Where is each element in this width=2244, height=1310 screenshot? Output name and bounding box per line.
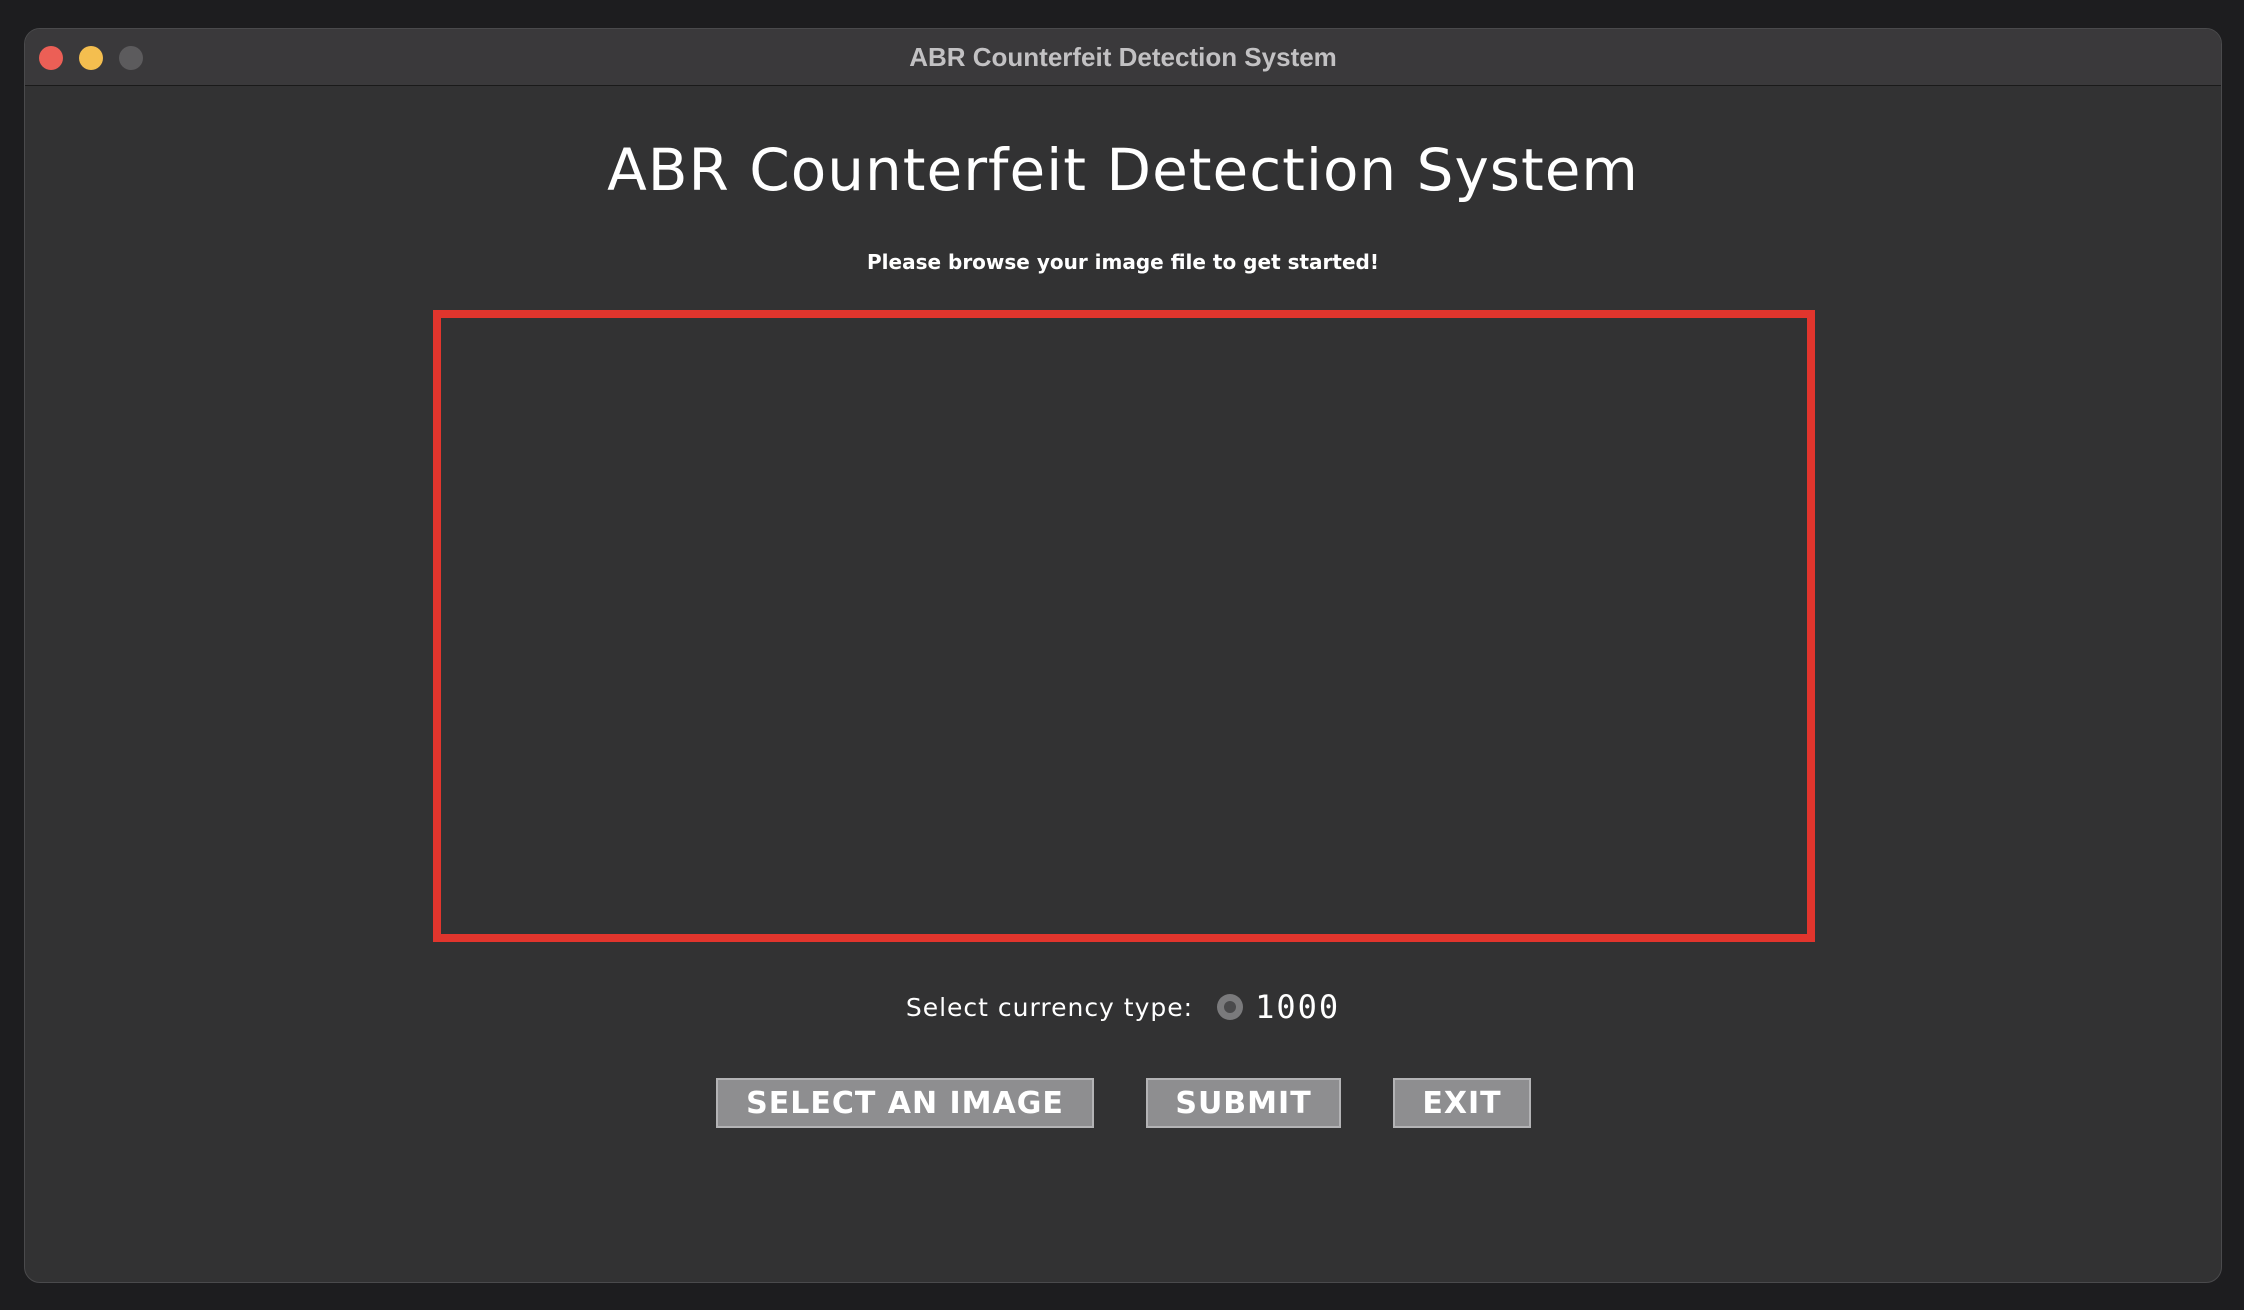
main-content: ABR Counterfeit Detection System Please … <box>25 86 2221 1282</box>
currency-option-1000[interactable]: 1000 <box>1217 988 1340 1026</box>
image-preview-area <box>433 310 1815 942</box>
instruction-text: Please browse your image file to get sta… <box>867 250 1379 274</box>
title-bar[interactable]: ABR Counterfeit Detection System <box>25 29 2221 86</box>
select-image-button[interactable]: SELECT AN IMAGE <box>716 1078 1094 1128</box>
exit-button[interactable]: EXIT <box>1393 1078 1531 1128</box>
submit-button[interactable]: SUBMIT <box>1146 1078 1341 1128</box>
currency-selector: Select currency type: 1000 <box>25 988 2221 1026</box>
radio-button[interactable] <box>1217 994 1244 1020</box>
currency-option-label[interactable]: 1000 <box>1255 988 1340 1026</box>
page-title: ABR Counterfeit Detection System <box>607 136 1639 204</box>
window-title: ABR Counterfeit Detection System <box>909 42 1337 72</box>
app-window: ABR Counterfeit Detection System ABR Cou… <box>24 28 2222 1283</box>
currency-label: Select currency type: <box>905 992 1194 1022</box>
